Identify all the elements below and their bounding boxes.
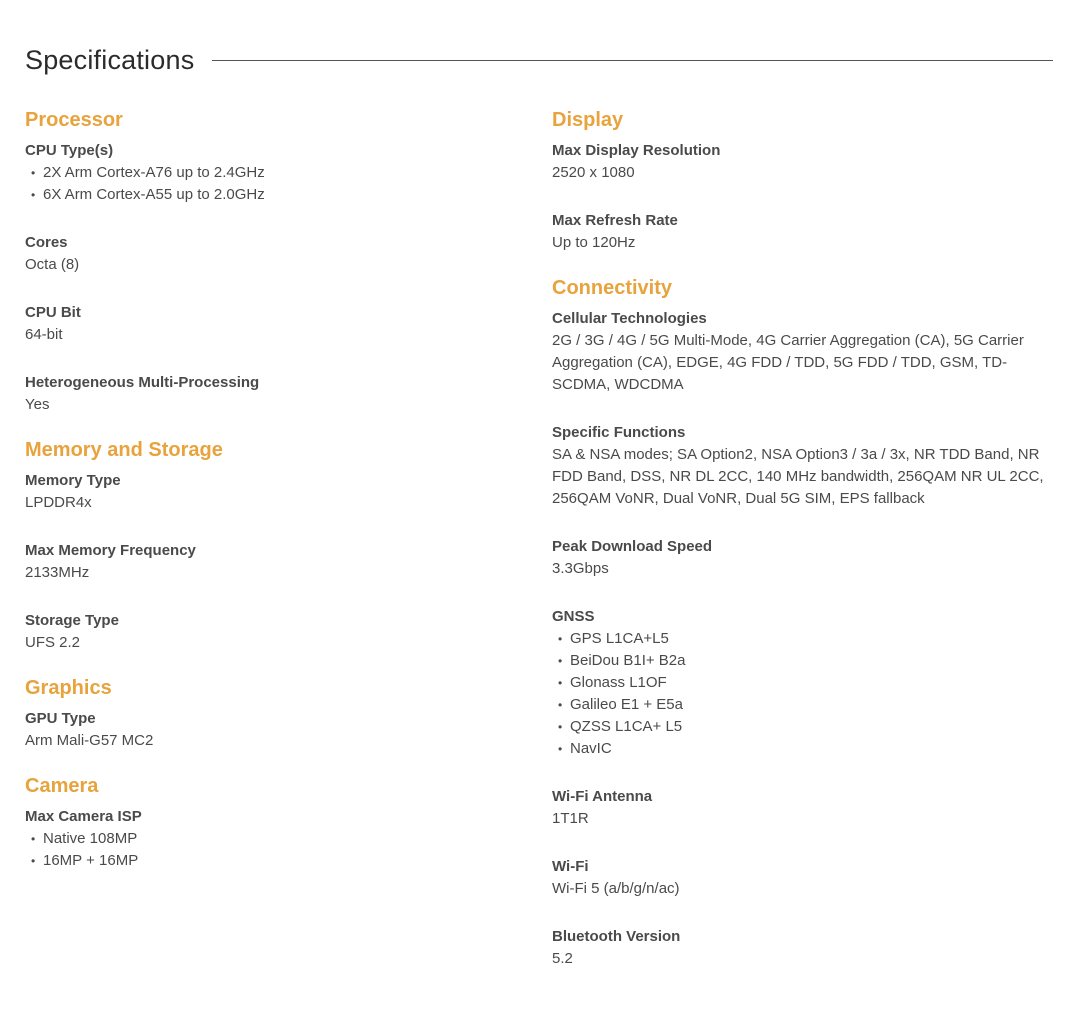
section-processor: Processor CPU Type(s) 2X Arm Cortex-A76 up…: [25, 106, 525, 416]
spec-label: GNSS: [552, 608, 595, 625]
spec-cellular-technologies: Cellular Technologies 2G / 3G / 4G / 5G M…: [552, 308, 1057, 396]
spec-label: Wi-Fi: [552, 858, 589, 875]
spec-cores: Cores Octa (8): [25, 232, 525, 276]
spec-label: Max Refresh Rate: [552, 212, 678, 229]
spec-label: GPU Type: [25, 710, 96, 727]
spec-value: 3.3Gbps: [552, 560, 609, 577]
spec-gnss: GNSS GPS L1CA+L5BeiDou B1I+ B2aGlonass L1…: [552, 606, 1057, 760]
spec-max-refresh-rate: Max Refresh Rate Up to 120Hz: [552, 210, 1057, 254]
spec-value: Up to 120Hz: [552, 234, 636, 251]
list-item: 2X Arm Cortex-A76 up to 2.4GHz: [31, 162, 525, 184]
section-heading: Graphics: [25, 677, 112, 699]
spec-label: Bluetooth Version: [552, 928, 681, 945]
title-divider: [212, 59, 1053, 61]
spec-gpu-type: GPU Type Arm Mali-G57 MC2: [25, 708, 525, 752]
spec-label: CPU Bit: [25, 304, 81, 321]
spec-label: Storage Type: [25, 612, 119, 629]
spec-max-camera-isp: Max Camera ISP Native 108MP16MP + 16MP: [25, 806, 525, 872]
spec-value: UFS 2.2: [25, 634, 81, 651]
spec-value: 1T1R: [552, 810, 589, 827]
list-item: NavIC: [558, 738, 1057, 760]
list-item: BeiDou B1I+ B2a: [558, 650, 1057, 672]
list-item: 16MP + 16MP: [31, 850, 525, 872]
spec-bluetooth-version: Bluetooth Version 5.2: [552, 926, 1057, 970]
spec-label: Max Memory Frequency: [25, 542, 196, 559]
section-display: Display Max Display Resolution 2520 x 1080…: [552, 106, 1057, 254]
spec-value: Yes: [25, 396, 50, 413]
spec-peak-download-speed: Peak Download Speed 3.3Gbps: [552, 536, 1057, 580]
spec-heterogeneous-multi-processing: Heterogeneous Multi-Processing Yes: [25, 372, 525, 416]
spec-specific-functions: Specific Functions SA & NSA modes; SA Opt…: [552, 422, 1057, 510]
spec-value: LPDDR4x: [25, 494, 92, 511]
spec-wi-fi-antenna: Wi-Fi Antenna 1T1R: [552, 786, 1057, 830]
list-item: Galileo E1 + E5a: [558, 694, 1057, 716]
spec-cpu-type-s: CPU Type(s) 2X Arm Cortex-A76 up to 2.4GH…: [25, 140, 525, 206]
spec-label: Max Camera ISP: [25, 808, 142, 825]
section-heading: Processor: [25, 109, 123, 131]
list-item: 6X Arm Cortex-A55 up to 2.0GHz: [31, 184, 525, 206]
spec-max-display-resolution: Max Display Resolution 2520 x 1080: [552, 140, 1057, 184]
list-item: GPS L1CA+L5: [558, 628, 1057, 650]
spec-value: Arm Mali-G57 MC2: [25, 732, 154, 749]
spec-label: CPU Type(s): [25, 142, 114, 159]
spec-label: Peak Download Speed: [552, 538, 713, 555]
spec-label: Max Display Resolution: [552, 142, 721, 159]
left-column: Processor CPU Type(s) 2X Arm Cortex-A76 up…: [25, 106, 525, 892]
spec-value: 5.2: [552, 950, 573, 967]
spec-value: Wi-Fi 5 (a/b/g/n/ac): [552, 880, 680, 897]
page-header: Specifications: [25, 40, 1053, 80]
spec-memory-type: Memory Type LPDDR4x: [25, 470, 525, 514]
list-item: QZSS L1CA+ L5: [558, 716, 1057, 738]
spec-label: Specific Functions: [552, 424, 686, 441]
spec-value: SA & NSA modes; SA Option2, NSA Option3 …: [552, 446, 1044, 507]
spec-value: 2G / 3G / 4G / 5G Multi-Mode, 4G Carrier…: [552, 332, 1024, 393]
right-column: Display Max Display Resolution 2520 x 1080…: [552, 106, 1057, 990]
section-camera: Camera Max Camera ISP Native 108MP16MP + 1…: [25, 772, 525, 872]
page-title: Specifications: [25, 44, 195, 75]
spec-value-list: 2X Arm Cortex-A76 up to 2.4GHz6X Arm Cor…: [25, 162, 525, 206]
list-item: Glonass L1OF: [558, 672, 1057, 694]
section-heading: Display: [552, 109, 624, 131]
spec-value: 2133MHz: [25, 564, 90, 581]
list-item: Native 108MP: [31, 828, 525, 850]
section-heading: Connectivity: [552, 277, 673, 299]
spec-value: 64-bit: [25, 326, 63, 343]
spec-value: Octa (8): [25, 256, 80, 273]
section-heading: Camera: [25, 775, 99, 797]
spec-cpu-bit: CPU Bit 64-bit: [25, 302, 525, 346]
spec-label: Heterogeneous Multi-Processing: [25, 374, 260, 391]
spec-storage-type: Storage Type UFS 2.2: [25, 610, 525, 654]
spec-value-list: Native 108MP16MP + 16MP: [25, 828, 525, 872]
spec-label: Cores: [25, 234, 68, 251]
section-graphics: Graphics GPU Type Arm Mali-G57 MC2: [25, 674, 525, 752]
section-memory-and-storage: Memory and Storage Memory Type LPDDR4x Max …: [25, 436, 525, 654]
section-heading: Memory and Storage: [25, 439, 223, 461]
spec-wi-fi: Wi-Fi Wi-Fi 5 (a/b/g/n/ac): [552, 856, 1057, 900]
section-connectivity: Connectivity Cellular Technologies 2G / 3G…: [552, 274, 1057, 970]
spec-value-list: GPS L1CA+L5BeiDou B1I+ B2aGlonass L1OFGa…: [552, 628, 1057, 760]
spec-label: Wi-Fi Antenna: [552, 788, 653, 805]
spec-value: 2520 x 1080: [552, 164, 635, 181]
spec-label: Cellular Technologies: [552, 310, 707, 327]
spec-label: Memory Type: [25, 472, 121, 489]
spec-max-memory-frequency: Max Memory Frequency 2133MHz: [25, 540, 525, 584]
